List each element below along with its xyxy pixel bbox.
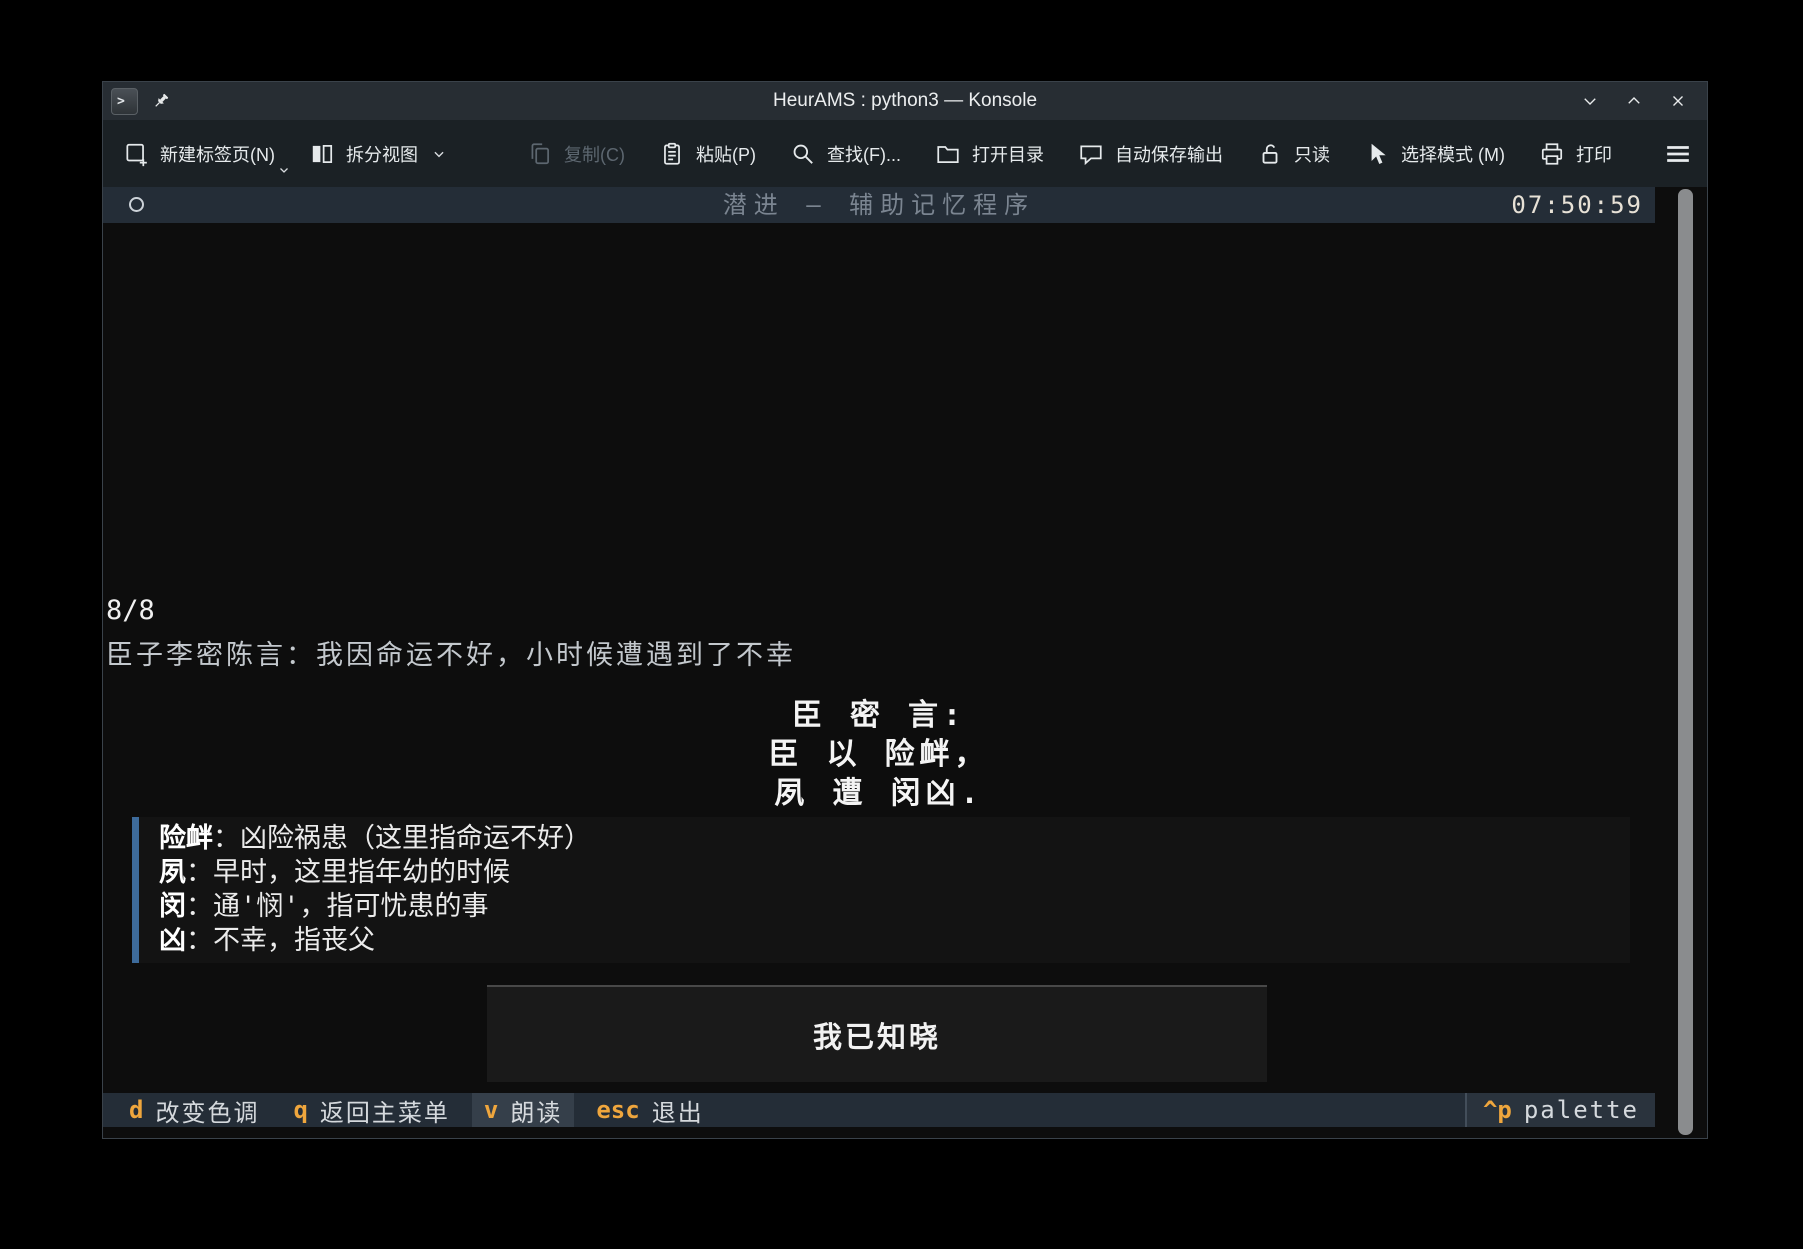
konsole-window: > HeurAMS : python3 — Konsole: [102, 81, 1708, 1139]
split-view-icon: [309, 141, 335, 167]
annotation-term: 闵: [159, 891, 186, 922]
read-only-label: 只读: [1294, 141, 1330, 167]
maximize-button[interactable]: [1625, 92, 1643, 110]
shortcut-label: 改变色调: [155, 1093, 259, 1128]
paste-label: 粘贴(P): [696, 141, 756, 167]
annotation-text: ：不幸，指丧父: [186, 925, 375, 956]
annotation-term: 夙: [159, 857, 186, 888]
find-button[interactable]: 查找(F)...: [790, 141, 901, 167]
cursor-icon: [1364, 141, 1390, 167]
footer-shortcut-main-menu[interactable]: q 返回主菜单: [281, 1093, 461, 1127]
annotation-panel: 险衅：凶险祸患（这里指命运不好） 夙：早时，这里指年幼的时候 闵：通'悯'，指可…: [132, 817, 1630, 963]
open-directory-button[interactable]: 打开目录: [935, 141, 1044, 167]
annotation-term: 凶: [159, 925, 186, 956]
annotation-term: 险衅: [159, 823, 213, 854]
tui-header-bar: 潜进 – 辅助记忆程序 07:50:59: [103, 187, 1655, 223]
split-view-button[interactable]: 拆分视图: [309, 141, 447, 167]
shortcut-key: ^p: [1483, 1096, 1512, 1124]
print-button[interactable]: 打印: [1539, 141, 1612, 167]
unlock-icon: [1257, 141, 1283, 167]
progress-counter: 8/8: [106, 595, 155, 626]
shortcut-key: esc: [596, 1096, 639, 1124]
read-only-button[interactable]: 只读: [1257, 141, 1330, 167]
new-tab-icon: [123, 141, 149, 167]
new-tab-label: 新建标签页(N): [160, 141, 275, 167]
annotation-text: ：凶险祸患（这里指命运不好）: [213, 823, 591, 854]
shortcut-label: palette: [1524, 1096, 1639, 1124]
tui-app-title: 潜进 – 辅助记忆程序: [103, 187, 1655, 223]
printer-icon: [1539, 141, 1565, 167]
new-tab-dropdown-icon[interactable]: [277, 164, 291, 176]
poem-text: 臣 密 言: 臣 以 险衅， 夙 遭 闵凶.: [103, 696, 1655, 813]
close-button[interactable]: [1669, 92, 1687, 110]
annotation-line: 夙：早时，这里指年幼的时候: [159, 856, 1630, 890]
select-mode-label: 选择模式 (M): [1401, 141, 1505, 167]
annotation-text: ：早时，这里指年幼的时候: [186, 857, 510, 888]
poem-line: 臣 密 言:: [103, 696, 1655, 735]
shortcut-key: d: [129, 1096, 143, 1124]
open-directory-label: 打开目录: [972, 141, 1044, 167]
search-icon: [790, 141, 816, 167]
minimize-button[interactable]: [1581, 92, 1599, 110]
annotation-text: ：通'悯'，指可忧患的事: [186, 891, 489, 922]
auto-save-output-button[interactable]: 自动保存输出: [1078, 141, 1223, 167]
acknowledge-button[interactable]: 我已知晓: [487, 985, 1267, 1082]
find-label: 查找(F)...: [827, 141, 901, 167]
auto-save-output-label: 自动保存输出: [1115, 141, 1223, 167]
folder-icon: [935, 141, 961, 167]
new-tab-button[interactable]: 新建标签页(N): [123, 141, 275, 167]
copy-button: 复制(C): [527, 141, 625, 167]
hint-translation-line: 臣子李密陈言：我因命运不好，小时候遭遇到了不幸: [106, 633, 796, 672]
select-mode-button[interactable]: 选择模式 (M): [1364, 141, 1505, 167]
annotation-line: 闵：通'悯'，指可忧患的事: [159, 890, 1630, 924]
footer-shortcut-change-theme[interactable]: d 改变色调: [117, 1093, 271, 1127]
paste-button[interactable]: 粘贴(P): [659, 141, 756, 167]
copy-label: 复制(C): [564, 141, 625, 167]
annotation-line: 凶：不幸，指丧父: [159, 924, 1630, 958]
poem-line: 夙 遭 闵凶.: [103, 774, 1655, 813]
tui-footer-bar: d 改变色调 q 返回主菜单 v 朗读 esc 退出 ^p palette: [103, 1093, 1655, 1127]
terminal-viewport: 潜进 – 辅助记忆程序 07:50:59 8/8 臣子李密陈言：我因命运不好，小…: [103, 187, 1707, 1138]
tui-clock: 07:50:59: [1511, 187, 1643, 223]
footer-palette-shortcut[interactable]: ^p palette: [1465, 1093, 1655, 1127]
copy-icon: [527, 141, 553, 167]
footer-shortcut-quit[interactable]: esc 退出: [584, 1093, 715, 1127]
print-label: 打印: [1576, 141, 1612, 167]
split-view-label: 拆分视图: [346, 141, 418, 167]
toolbar: 新建标签页(N) 拆分视图 复制(C) 粘贴(P): [103, 120, 1707, 187]
shortcut-label: 朗读: [510, 1093, 562, 1128]
output-bubble-icon: [1078, 141, 1104, 167]
shortcut-key: q: [293, 1096, 307, 1124]
annotation-line: 险衅：凶险祸患（这里指命运不好）: [159, 822, 1630, 856]
split-view-dropdown-icon: [431, 147, 447, 161]
poem-line: 臣 以 险衅，: [103, 735, 1655, 774]
shortcut-label: 退出: [652, 1093, 704, 1128]
hamburger-menu-icon[interactable]: [1665, 141, 1691, 167]
shortcut-label: 返回主菜单: [320, 1093, 450, 1128]
paste-icon: [659, 141, 685, 167]
title-bar: > HeurAMS : python3 — Konsole: [103, 82, 1707, 120]
window-title: HeurAMS : python3 — Konsole: [103, 90, 1707, 112]
footer-shortcut-read-aloud[interactable]: v 朗读: [472, 1093, 574, 1127]
scrollbar-thumb[interactable]: [1678, 189, 1693, 1135]
shortcut-key: v: [484, 1096, 498, 1124]
